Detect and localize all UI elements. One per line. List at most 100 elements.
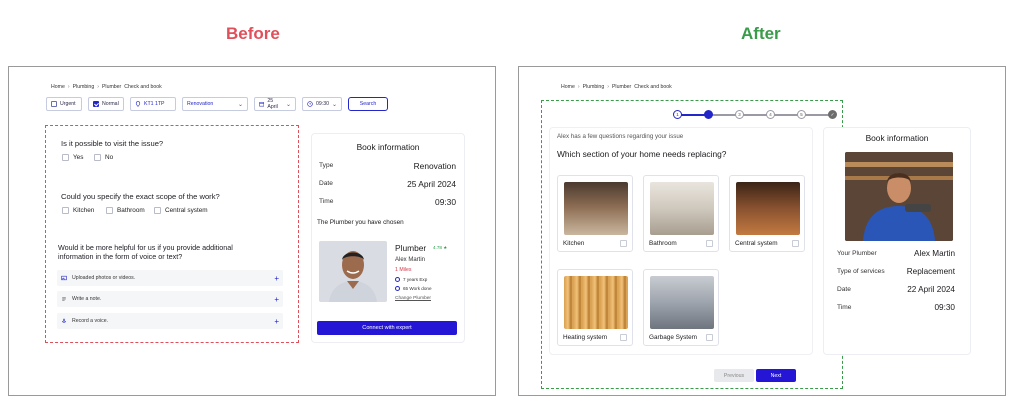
- step-4[interactable]: 4: [766, 110, 775, 119]
- step-1[interactable]: 1: [673, 110, 682, 119]
- tile-kitchen[interactable]: Kitchen: [557, 175, 633, 252]
- checkbox-checked-icon: [93, 101, 99, 107]
- normal-checkbox[interactable]: Normal: [88, 97, 124, 111]
- tile-heating-system[interactable]: Heating system: [557, 269, 633, 346]
- chevron-right-icon: ›: [97, 84, 99, 90]
- connect-expert-button[interactable]: Connect with expert: [317, 321, 457, 335]
- step-5[interactable]: 5: [797, 110, 806, 119]
- stepper-line: [681, 114, 705, 116]
- checkbox-icon[interactable]: [792, 240, 799, 247]
- breadcrumb-plumbing[interactable]: Plumbing: [73, 84, 95, 90]
- upload-media-row[interactable]: Uploaded photos or videos. +: [57, 270, 283, 286]
- bathroom-image: [650, 182, 714, 235]
- step-3[interactable]: 3: [735, 110, 744, 119]
- record-voice-row[interactable]: Record a voice. +: [57, 313, 283, 329]
- breadcrumb: Home › Plumbing › Plumber Check and book: [561, 84, 672, 90]
- location-field[interactable]: KT1 1TP: [130, 97, 176, 111]
- chosen-plumber-label: The Plumber you have chosen: [317, 219, 404, 226]
- kitchen-image: [564, 182, 628, 235]
- stepper-line: [712, 114, 736, 116]
- chevron-right-icon: ›: [67, 84, 70, 90]
- plumber-distance: 1 Miles: [395, 267, 412, 273]
- date-value: 25 April: [267, 98, 278, 110]
- plus-icon[interactable]: +: [274, 274, 279, 283]
- date-label: Date: [319, 180, 333, 187]
- date-select[interactable]: 25 April ⌄: [254, 97, 296, 111]
- search-button[interactable]: Search: [348, 97, 388, 111]
- experience-text: 7 years Exp: [403, 277, 428, 282]
- write-note-row[interactable]: Write a note. +: [57, 291, 283, 307]
- checkbox-icon: [154, 207, 161, 214]
- option-bathroom[interactable]: Bathroom: [106, 207, 145, 214]
- location-value: KT1 1TP: [144, 101, 165, 107]
- checkbox-icon: [62, 207, 69, 214]
- step-2[interactable]: [704, 110, 713, 119]
- tile-central-system[interactable]: Central system: [729, 175, 805, 252]
- urgent-label: Urgent: [60, 101, 76, 107]
- stepper-line: [743, 114, 767, 116]
- breadcrumb-plumbing[interactable]: Plumbing: [583, 84, 605, 90]
- option-central-system[interactable]: Central system: [154, 207, 208, 214]
- filter-bar: Urgent Normal KT1 1TP Renovation ⌄ 25 Ap…: [46, 97, 388, 111]
- checkbox-icon[interactable]: [620, 334, 627, 341]
- change-plumber-link[interactable]: Change Plumber: [395, 296, 431, 301]
- question-title: Which section of your home needs replaci…: [557, 149, 727, 159]
- step-complete-check-icon[interactable]: ✓: [828, 110, 837, 119]
- service-type-value: Replacement: [906, 267, 955, 276]
- time-label: Time: [319, 198, 334, 205]
- plumber-photo: [845, 152, 953, 241]
- time-select[interactable]: 09:30 ⌄: [302, 97, 342, 111]
- tile-garbage-system[interactable]: Garbage System: [643, 269, 719, 346]
- calendar-icon: [259, 102, 265, 107]
- time-value: 09:30: [315, 101, 329, 107]
- next-button[interactable]: Next: [756, 369, 796, 382]
- option-label: Kitchen: [73, 207, 95, 214]
- before-heading: Before: [226, 24, 280, 43]
- date-label: Date: [837, 286, 851, 293]
- question-line: Would it be more helpful for us if you p…: [58, 243, 233, 252]
- row-label: Write a note.: [72, 296, 102, 302]
- note-icon: [62, 297, 66, 301]
- work-done-text: 65 Work done: [403, 286, 432, 291]
- tile-bathroom[interactable]: Bathroom: [643, 175, 719, 252]
- before-frame: Home › Plumbing › Plumber Check and book…: [8, 66, 496, 396]
- option-kitchen[interactable]: Kitchen: [62, 207, 94, 214]
- plumber-photo: [319, 241, 387, 302]
- tile-label: Garbage System: [649, 334, 697, 341]
- previous-button[interactable]: Previous: [714, 369, 754, 382]
- question-additional-info: Would it be more helpful for us if you p…: [58, 243, 233, 261]
- breadcrumb-current: Check and book: [634, 84, 672, 90]
- progress-stepper: 1 3 4 5 ✓: [673, 110, 839, 120]
- question-subtitle: Alex has a few questions regarding your …: [557, 133, 684, 140]
- option-label: Bathroom: [117, 207, 145, 214]
- tile-label: Central system: [735, 240, 778, 247]
- plumber-label: Your Plumber: [837, 250, 877, 257]
- date-value: 25 April 2024: [407, 179, 456, 189]
- rating-badge: 4.78 ★: [433, 245, 448, 250]
- time-value: 09:30: [934, 303, 956, 312]
- breadcrumb: Home › Plumbing › Plumber Check and book: [51, 84, 162, 90]
- breadcrumb-home[interactable]: Home: [561, 84, 575, 90]
- option-no[interactable]: No: [94, 154, 113, 161]
- service-select[interactable]: Renovation ⌄: [182, 97, 248, 111]
- breadcrumb-plumber[interactable]: Plumber: [102, 84, 121, 90]
- plus-icon[interactable]: +: [274, 317, 279, 326]
- urgent-checkbox[interactable]: Urgent: [46, 97, 82, 111]
- checkbox-icon: [62, 154, 69, 161]
- breadcrumb-home[interactable]: Home: [51, 84, 65, 90]
- plus-icon[interactable]: +: [274, 295, 279, 304]
- person-portrait-icon: [319, 241, 387, 302]
- option-yes[interactable]: Yes: [62, 154, 83, 161]
- checkbox-icon: [51, 101, 57, 107]
- breadcrumb-plumber[interactable]: Plumber: [612, 84, 631, 90]
- type-value: Renovation: [413, 161, 456, 171]
- tile-label: Heating system: [563, 334, 608, 341]
- time-label: Time: [837, 304, 852, 311]
- plumber-portrait-icon: [845, 152, 953, 241]
- question-scope: Could you specify the exact scope of the…: [61, 192, 220, 201]
- checkbox-icon[interactable]: [706, 334, 713, 341]
- checkbox-icon[interactable]: [706, 240, 713, 247]
- check-circle-icon: [395, 286, 400, 291]
- normal-label: Normal: [102, 101, 119, 107]
- checkbox-icon[interactable]: [620, 240, 627, 247]
